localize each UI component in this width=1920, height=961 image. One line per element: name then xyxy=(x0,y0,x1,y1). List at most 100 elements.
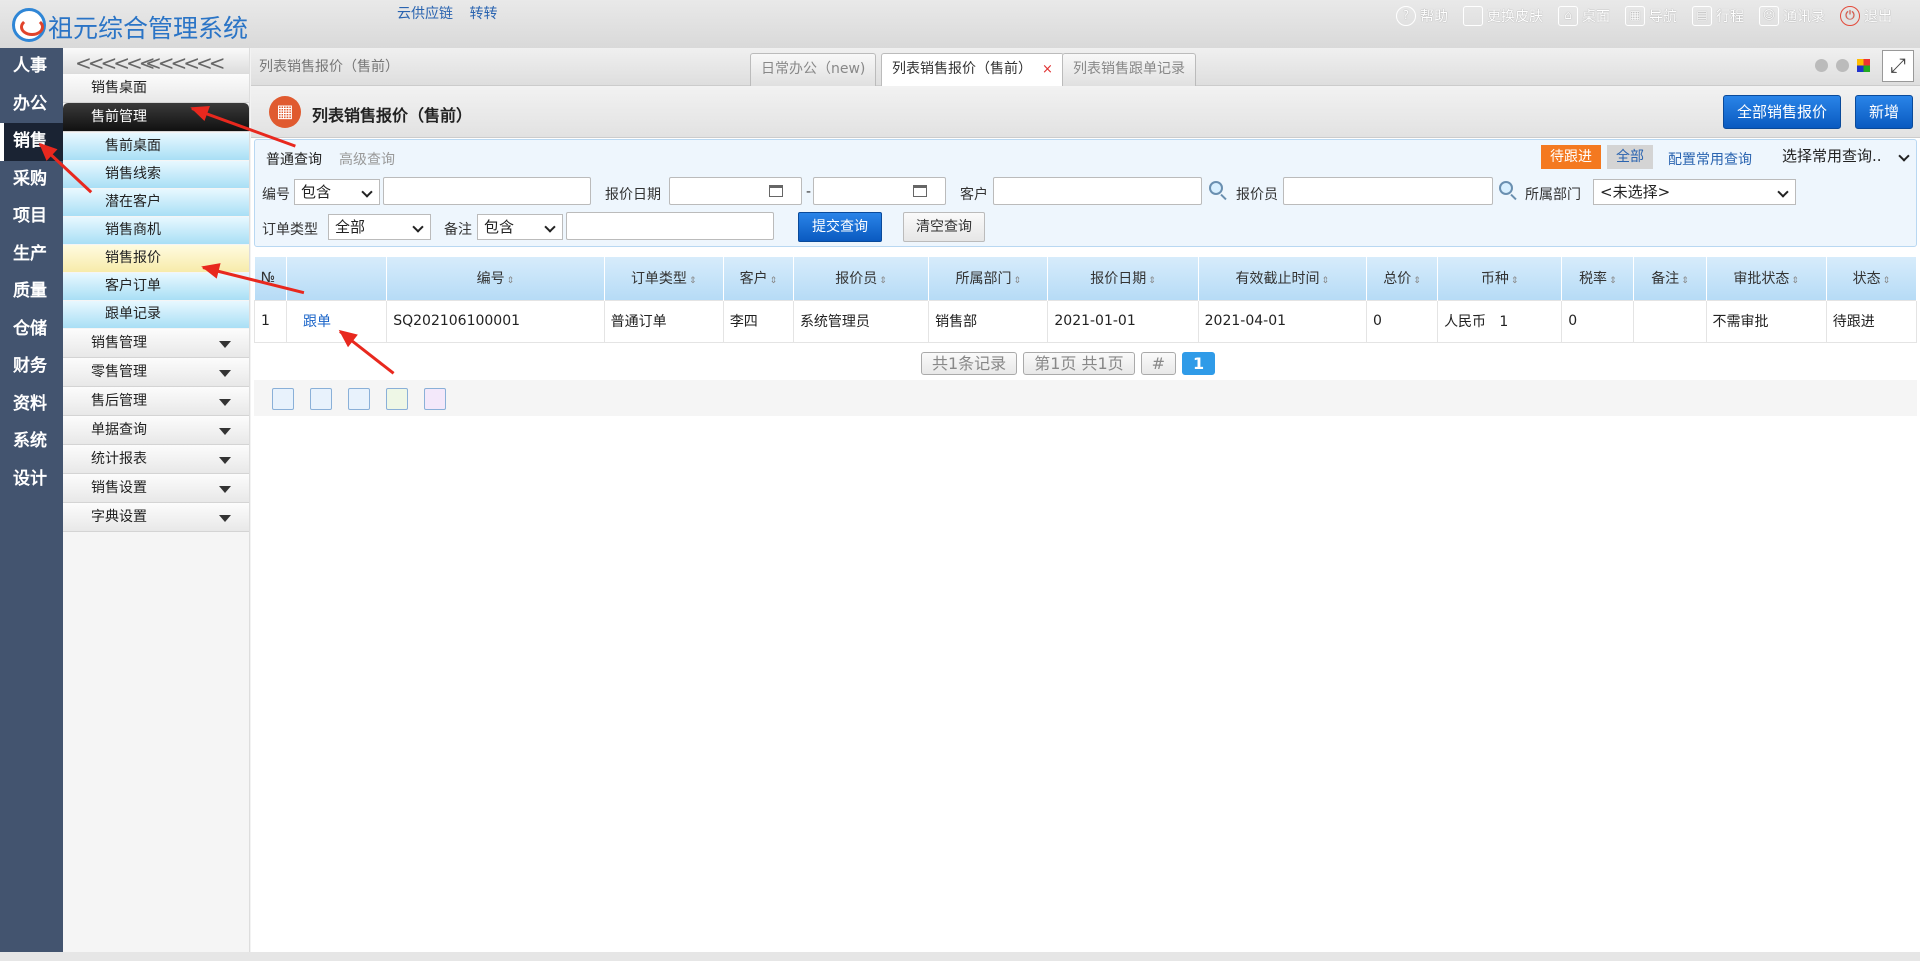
tab-followup-list[interactable]: 列表销售跟单记录 xyxy=(1062,53,1196,86)
export-page-icon[interactable] xyxy=(310,388,332,410)
sort-icon: ⇕ xyxy=(1681,276,1689,287)
nav-finance[interactable]: 财务 xyxy=(0,348,63,386)
date-from-input[interactable] xyxy=(669,177,802,205)
label-remark: 备注 xyxy=(444,222,472,238)
nav-production[interactable]: 生产 xyxy=(0,236,63,274)
menu-sales-leads[interactable]: 销售线索 xyxy=(63,161,249,188)
col-quote-date[interactable]: 报价日期 ⇕ xyxy=(1047,257,1199,300)
customer-input[interactable] xyxy=(993,177,1202,205)
fullscreen-icon[interactable]: ⤢ xyxy=(1882,50,1914,82)
nav-design[interactable]: 设计 xyxy=(0,461,63,499)
cell-currency: 人民币 1 xyxy=(1437,299,1563,343)
menu-group-doc-query[interactable]: 单据查询 xyxy=(63,416,249,445)
menu-customer-orders[interactable]: 客户订单 xyxy=(63,273,249,300)
link-zhuanzhuan[interactable]: 转转 xyxy=(469,6,497,22)
menu-presales-desktop[interactable]: 售前桌面 xyxy=(63,133,249,160)
chevron-down-icon xyxy=(219,399,231,406)
pager-jump[interactable]: # xyxy=(1140,352,1177,375)
table-icon[interactable] xyxy=(348,388,370,410)
calendar-icon[interactable] xyxy=(913,185,927,197)
menu-followup-records[interactable]: 跟单记录 xyxy=(63,301,249,328)
col-remark[interactable]: 备注 ⇕ xyxy=(1633,257,1707,300)
pager-current-page[interactable]: 1 xyxy=(1182,352,1216,375)
cell-code: SQ202106100001 xyxy=(386,299,605,343)
col-department[interactable]: 所属部门 ⇕ xyxy=(928,257,1049,300)
menu-group-aftersales[interactable]: 售后管理 xyxy=(63,387,249,416)
filter-all-tag[interactable]: 全部 xyxy=(1607,145,1653,169)
remark-operator-select[interactable]: 包含 xyxy=(477,214,563,240)
tab-normal-query[interactable]: 普通查询 xyxy=(266,149,322,169)
puzzle-icon[interactable] xyxy=(424,388,446,410)
nav-warehouse[interactable]: 仓储 xyxy=(0,311,63,349)
change-skin-button[interactable]: 更换皮肤 xyxy=(1463,6,1543,26)
col-customer[interactable]: 客户 ⇕ xyxy=(723,257,794,300)
menu-group-sales-settings[interactable]: 销售设置 xyxy=(63,474,249,503)
contacts-button[interactable]: ☺ 通讯录 xyxy=(1759,6,1825,26)
select-all-icon[interactable] xyxy=(272,388,294,410)
link-cloud-supply[interactable]: 云供应链 xyxy=(397,6,453,22)
col-quoter[interactable]: 报价员 ⇕ xyxy=(793,257,930,300)
col-tax-rate[interactable]: 税率 ⇕ xyxy=(1561,257,1635,300)
menu-group-reports[interactable]: 统计报表 xyxy=(63,445,249,474)
edit-icon[interactable] xyxy=(386,388,408,410)
chevron-left-icon[interactable] xyxy=(1815,59,1828,72)
tab-sales-quote-list[interactable]: 列表销售报价（售前） × xyxy=(881,53,1064,86)
menu-group-retail[interactable]: 零售管理 xyxy=(63,358,249,387)
col-no[interactable]: № xyxy=(254,257,288,300)
navigation-button[interactable]: ▦ 导航 xyxy=(1625,6,1677,26)
department-select[interactable]: <未选择> xyxy=(1593,179,1796,205)
menu-sales-quotes[interactable]: 销售报价 xyxy=(63,245,249,272)
new-button[interactable]: 新增 xyxy=(1854,95,1913,129)
chevron-right-icon[interactable] xyxy=(1836,59,1849,72)
nav-office[interactable]: 办公 xyxy=(0,86,63,124)
table-row[interactable]: 1 跟单 SQ202106100001 普通订单 李四 系统管理员 销售部 20… xyxy=(253,299,1918,343)
filter-pending-tag[interactable]: 待跟进 xyxy=(1541,145,1601,169)
sort-icon: ⇕ xyxy=(688,276,697,287)
close-icon[interactable]: × xyxy=(1042,62,1053,77)
config-common-query-link[interactable]: 配置常用查询 xyxy=(1668,149,1752,169)
menu-group-sales-mgmt[interactable]: 销售管理 xyxy=(63,329,249,358)
code-input[interactable] xyxy=(383,177,591,205)
quoter-input[interactable] xyxy=(1283,177,1493,205)
col-order-type[interactable]: 订单类型 ⇕ xyxy=(604,257,724,300)
submit-query-button[interactable]: 提交查询 xyxy=(798,212,882,242)
help-button[interactable]: ? 帮助 xyxy=(1396,6,1448,26)
cell-remark xyxy=(1633,299,1707,343)
windows-icon[interactable] xyxy=(1857,59,1870,72)
calendar-icon[interactable] xyxy=(769,185,783,197)
col-status[interactable]: 状态 ⇕ xyxy=(1826,257,1918,300)
nav-system[interactable]: 系统 xyxy=(0,423,63,461)
code-operator-select[interactable]: 包含 xyxy=(294,179,380,205)
tab-daily-office[interactable]: 日常办公（new) xyxy=(750,53,877,86)
search-icon[interactable] xyxy=(1499,181,1513,195)
nav-hr[interactable]: 人事 xyxy=(0,48,63,86)
all-quotes-button[interactable]: 全部销售报价 xyxy=(1722,95,1841,129)
nav-data[interactable]: 资料 xyxy=(0,386,63,424)
schedule-button[interactable]: ▤ 行程 xyxy=(1692,6,1744,26)
remark-input[interactable] xyxy=(566,212,774,240)
nav-purchase[interactable]: 采购 xyxy=(0,161,63,199)
common-query-select[interactable]: 选择常用查询.. xyxy=(1776,144,1916,170)
col-currency[interactable]: 币种 ⇕ xyxy=(1437,257,1563,300)
menu-sales-desktop[interactable]: 销售桌面 xyxy=(63,74,249,103)
cell-order-type: 普通订单 xyxy=(603,299,724,343)
col-valid-until[interactable]: 有效截止时间 ⇕ xyxy=(1198,257,1367,300)
col-code[interactable]: 编号 ⇕ xyxy=(386,257,605,300)
col-total[interactable]: 总价 ⇕ xyxy=(1366,257,1439,300)
desktop-button[interactable]: ⌂ 桌面 xyxy=(1558,6,1610,26)
menu-potential-customers[interactable]: 潜在客户 xyxy=(63,189,249,216)
tab-advanced-query[interactable]: 高级查询 xyxy=(339,149,395,169)
main-panel: 列表销售报价（售前） 日常办公（new) 列表销售报价（售前） × 列表销售跟单记… xyxy=(251,48,1920,961)
order-type-select[interactable]: 全部 xyxy=(328,214,431,240)
menu-sales-opportunities[interactable]: 销售商机 xyxy=(63,217,249,244)
col-approval[interactable]: 审批状态 ⇕ xyxy=(1706,257,1827,300)
search-icon[interactable] xyxy=(1209,181,1223,195)
collapse-button[interactable]: <<<<<< <<<<<< xyxy=(63,48,249,75)
logout-button[interactable]: ⏻ 退出 xyxy=(1840,6,1892,26)
date-to-input[interactable] xyxy=(813,177,946,205)
nav-project[interactable]: 项目 xyxy=(0,198,63,236)
nav-quality[interactable]: 质量 xyxy=(0,273,63,311)
clear-query-button[interactable]: 清空查询 xyxy=(903,212,985,242)
top-tools: ? 帮助 更换皮肤 ⌂ 桌面 ▦ 导航 ▤ 行程 ☺ 通讯录 ⏻ 退出 xyxy=(1396,6,1892,26)
menu-group-dict-settings[interactable]: 字典设置 xyxy=(63,503,249,532)
